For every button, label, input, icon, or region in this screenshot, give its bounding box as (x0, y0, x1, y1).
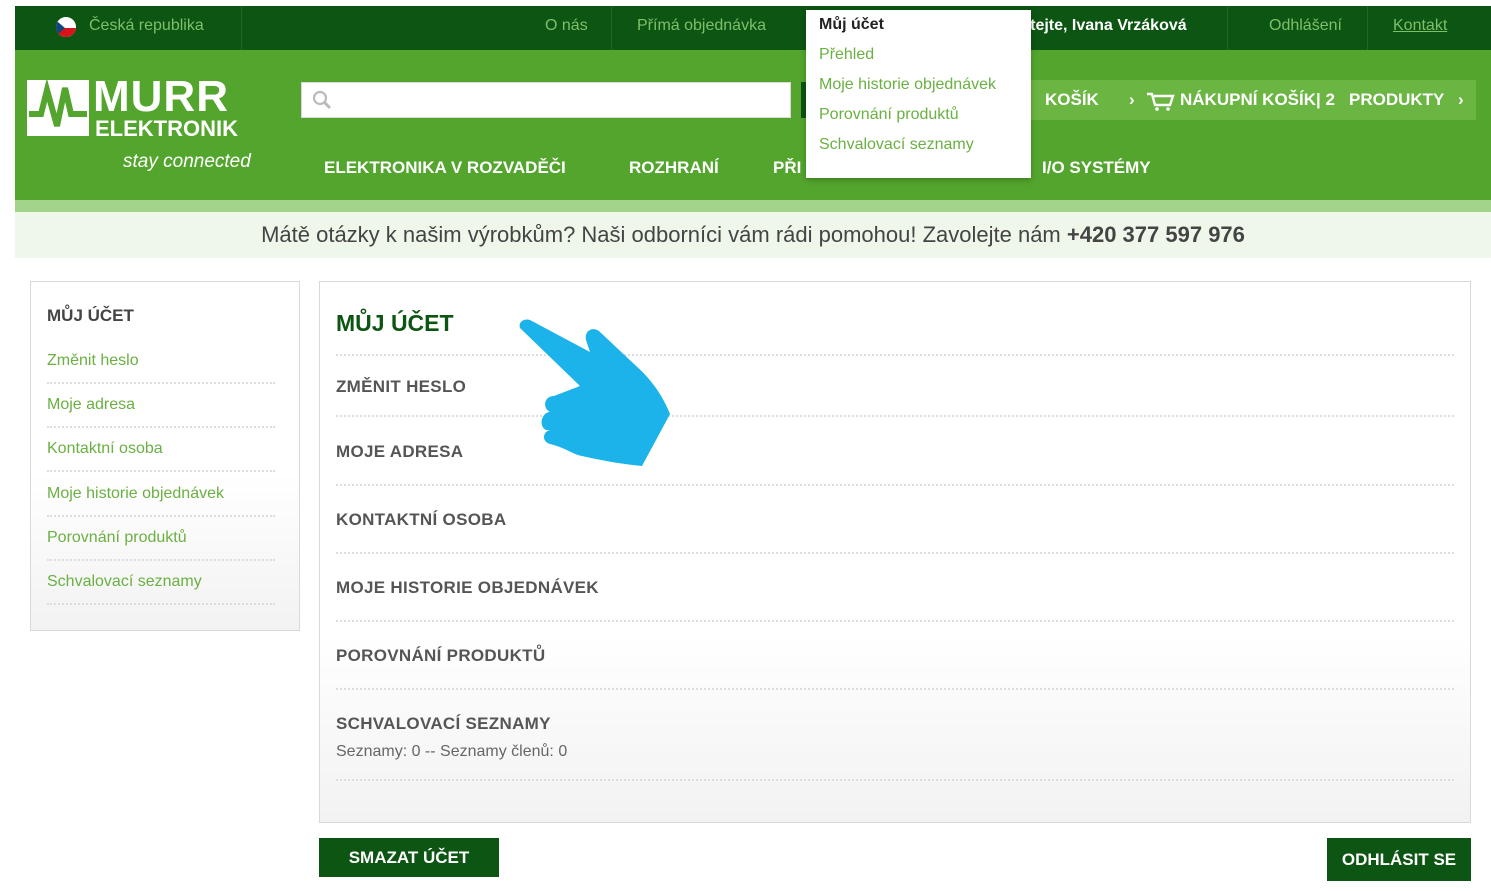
dropdown-item-order-history[interactable]: Moje historie objednávek (819, 76, 996, 94)
contact-link[interactable]: Kontakt (1393, 6, 1447, 50)
murr-logo[interactable]: MURR ELEKTRONIK stay connected (27, 72, 257, 185)
quick-cart-button[interactable]: KOŠÍK › (1031, 80, 1145, 120)
chevron-right-icon: › (1129, 90, 1135, 109)
logout-link[interactable]: Odhlášení (1269, 6, 1342, 50)
search-input[interactable] (301, 82, 791, 118)
sidebar-item-approval-lists[interactable]: Schvalovací seznamy (47, 573, 275, 591)
nav-item-io-systems[interactable]: I/O SYSTÉMY (1042, 156, 1151, 180)
sidebar-item-product-compare[interactable]: Porovnání produktů (47, 529, 275, 547)
logo-sub: ELEKTRONIK (95, 116, 238, 141)
about-link[interactable]: O nás (545, 6, 588, 50)
info-text: Mátě otázky k našim výrobkům? Naši odbor… (261, 222, 1061, 247)
cart-button[interactable]: NÁKUPNÍ KOŠÍK | 2 PRODUKTY › (1136, 80, 1476, 120)
chevron-right-icon: › (1458, 90, 1464, 109)
czech-flag-icon (55, 16, 77, 38)
info-phone[interactable]: +420 377 597 976 (1067, 222, 1245, 247)
cart-unit: PRODUKTY (1349, 90, 1445, 109)
sidebar-item-my-address[interactable]: Moje adresa (47, 396, 275, 414)
account-link-my-address[interactable]: MOJE ADRESA (336, 442, 463, 462)
nav-item-interface[interactable]: ROZHRANÍ (629, 156, 719, 180)
logo-tagline: stay connected (123, 151, 251, 172)
cart-icon (1147, 92, 1175, 111)
murr-logo-mark-icon (27, 80, 89, 136)
logout-button[interactable]: ODHLÁSIT SE (1327, 838, 1471, 881)
dropdown-item-overview[interactable]: Přehled (819, 46, 874, 64)
account-link-approval-lists[interactable]: SCHVALOVACÍ SEZNAMY (336, 714, 551, 734)
page-title: MŮJ ÚČET (336, 310, 454, 336)
delete-account-button[interactable]: SMAZAT ÚČET (319, 838, 499, 877)
sidebar-item-change-password[interactable]: Změnit heslo (47, 352, 275, 370)
account-dropdown: Můj účet Přehled Moje historie objednáve… (806, 10, 1031, 178)
site-header: MURR ELEKTRONIK stay connected KOŠÍK › N… (15, 50, 1491, 200)
header-divider (15, 200, 1491, 212)
dropdown-title[interactable]: Můj účet (819, 16, 884, 34)
direct-order-link[interactable]: Přímá objednávka (637, 6, 766, 50)
sidebar-item-order-history[interactable]: Moje historie objednávek (47, 485, 275, 503)
top-bar: Česká republika O nás Přímá objednávka V… (15, 6, 1491, 50)
account-link-change-password[interactable]: ZMĚNIT HESLO (336, 377, 466, 397)
sidebar-title: MŮJ ÚČET (47, 306, 134, 325)
cart-count: | 2 (1316, 90, 1335, 109)
account-link-contact-person[interactable]: KONTAKTNÍ OSOBA (336, 510, 506, 530)
account-panel: MŮJ ÚČET ZMĚNIT HESLO MOJE ADRESA KONTAK… (319, 281, 1471, 823)
dropdown-item-approval-lists[interactable]: Schvalovací seznamy (819, 136, 974, 154)
quick-cart-label: KOŠÍK (1045, 90, 1099, 109)
logo-brand: MURR (93, 72, 229, 121)
welcome-user[interactable]: Vítejte, Ivana Vrzáková (1015, 6, 1187, 50)
lists-info: Seznamy: 0 -- Seznamy členů: 0 (336, 743, 568, 760)
nav-item-connectors[interactable]: PŘI (773, 156, 801, 180)
account-link-product-compare[interactable]: POROVNÁNÍ PRODUKTŮ (336, 646, 545, 666)
account-sidebar: MŮJ ÚČET Změnit heslo Moje adresa Kontak… (30, 281, 300, 631)
cart-label: NÁKUPNÍ KOŠÍK (1180, 90, 1317, 109)
nav-item-electronics[interactable]: ELEKTRONIKA V ROZVADĚČI (324, 156, 566, 180)
pointing-hand-icon (519, 319, 670, 466)
dropdown-item-product-compare[interactable]: Porovnání produktů (819, 106, 959, 124)
account-link-order-history[interactable]: MOJE HISTORIE OBJEDNÁVEK (336, 578, 599, 598)
sidebar-item-contact-person[interactable]: Kontaktní osoba (47, 440, 275, 458)
info-strip: Mátě otázky k našim výrobkům? Naši odbor… (15, 212, 1491, 258)
search-icon (312, 90, 332, 110)
country-selector[interactable]: Česká republika (89, 6, 204, 50)
